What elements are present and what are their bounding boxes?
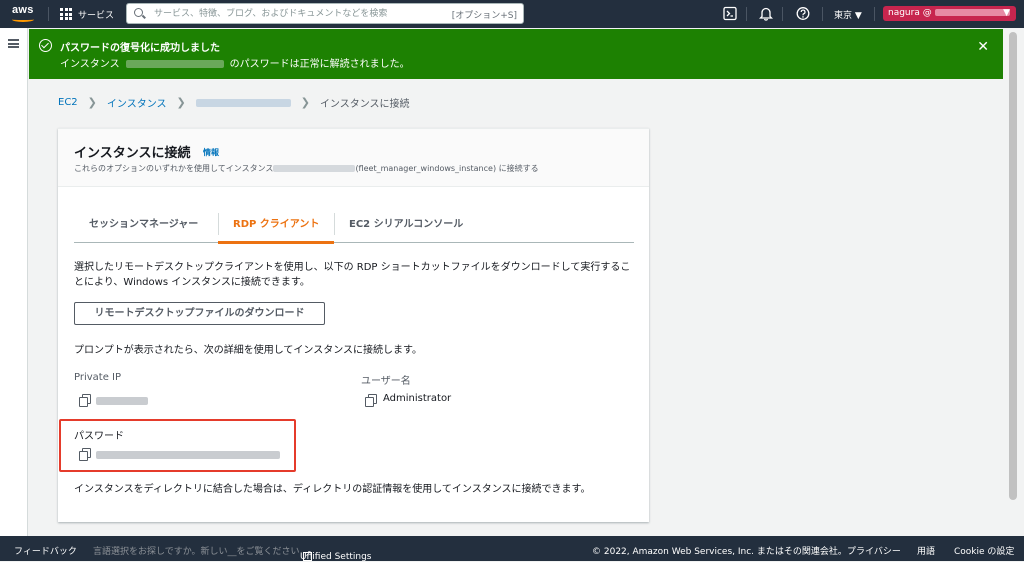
breadcrumb-instances[interactable]: インスタンス [107, 95, 167, 110]
username-label: ユーザー名 [361, 376, 411, 387]
rdp-description: 選択したリモートデスクトップクライアントを使用し、以下の RDP ショートカット… [74, 262, 631, 288]
flash-message-suffix: のパスワードは正常に解読されました。 [229, 59, 410, 70]
divider [822, 7, 823, 21]
top-navigation-bar: aws サービス [オプション+S] 東京 ▼ nagura @ ▼ [0, 0, 1024, 28]
cloudshell-icon[interactable] [723, 6, 737, 21]
panel-header: インスタンスに接続 情報 これらのオプションのいずれかを使用してインスタンス (f… [58, 129, 649, 187]
services-label: サービス [78, 10, 115, 21]
search-box[interactable]: [オプション+S] [126, 3, 524, 24]
external-link-icon [303, 549, 312, 561]
account-user: nagura @ [888, 8, 932, 18]
divider [874, 7, 875, 21]
username-value: Administrator [383, 393, 452, 404]
chevron-right-icon: ❯ [300, 96, 310, 109]
scrollbar[interactable] [1004, 28, 1024, 536]
feedback-link[interactable]: フィードバック [14, 544, 77, 557]
info-link[interactable]: 情報 [203, 147, 219, 158]
menu-icon[interactable] [8, 39, 19, 48]
chevron-right-icon: ❯ [176, 96, 186, 109]
divider [782, 7, 783, 21]
connection-details-prompt: プロンプトが表示されたら、次の詳細を使用してインスタンスに接続します。 [74, 345, 422, 356]
bell-icon[interactable] [759, 6, 773, 21]
tab-divider [218, 213, 219, 235]
download-rdp-file-button[interactable]: リモートデスクトップファイルのダウンロード [74, 302, 325, 325]
flash-message: インスタンス のパスワードは正常に解読されました。 [60, 55, 410, 70]
search-shortcut-hint: [オプション+S] [451, 11, 517, 21]
close-icon[interactable]: ✕ [977, 39, 989, 55]
page-title: インスタンスに接続 [74, 146, 191, 161]
aws-logo-icon[interactable]: aws [10, 4, 36, 24]
aws-logo-text: aws [12, 4, 34, 16]
side-navigation [0, 28, 28, 536]
copy-icon[interactable] [79, 448, 91, 461]
copy-icon[interactable] [365, 394, 377, 407]
success-flash-message: パスワードの復号化に成功しました インスタンス のパスワードは正常に解読されました… [29, 29, 1003, 79]
services-menu-button[interactable]: サービス [60, 7, 114, 21]
redacted-instance-id [125, 60, 224, 68]
help-icon[interactable] [796, 6, 810, 21]
panel-subtitle: これらのオプションのいずれかを使用してインスタンス (fleet_manager_… [74, 163, 539, 174]
apps-grid-icon [60, 8, 72, 20]
breadcrumb-instance-id-redacted[interactable] [195, 98, 291, 107]
redacted-instance-id [273, 165, 356, 172]
search-icon [134, 8, 143, 17]
chevron-right-icon: ❯ [87, 96, 97, 109]
password-label: パスワード [74, 431, 124, 442]
tab-ec2-serial-console[interactable]: EC2 シリアルコンソール [349, 205, 463, 243]
flash-message-prefix: インスタンス [60, 59, 120, 70]
private-ip-label: Private IP [74, 372, 122, 383]
account-menu[interactable]: nagura @ ▼ [883, 6, 1016, 21]
panel-subtitle-prefix: これらのオプションのいずれかを使用してインスタンス [74, 164, 274, 173]
tab-session-manager[interactable]: セッションマネージャー [89, 205, 198, 243]
unified-settings-link[interactable]: Unified Settings [300, 544, 372, 562]
region-selector[interactable]: 東京 ▼ [834, 8, 862, 21]
breadcrumb: EC2 ❯ インスタンス ❯ ❯ インスタンスに接続 [58, 95, 410, 110]
aws-smile-mark [12, 17, 34, 22]
language-prompt: 言語選択をお探しですか。新しい__をご覧ください [93, 547, 300, 557]
search-input[interactable] [154, 6, 444, 21]
copy-icon[interactable] [79, 394, 91, 407]
divider [746, 7, 747, 21]
directory-note: インスタンスをディレクトリに結合した場合は、ディレクトリの認証情報を使用してイン… [74, 484, 591, 495]
password-value-redacted [96, 451, 280, 459]
copyright-text: © 2022, Amazon Web Services, Inc. またはその関… [592, 547, 847, 557]
privacy-link[interactable]: プライバシー [847, 544, 901, 557]
footer: フィードバック 言語選択をお探しですか。新しい__をご覧ください Unified… [0, 536, 1024, 562]
tab-rdp-client[interactable]: RDP クライアント [217, 205, 335, 244]
breadcrumb-current: インスタンスに接続 [319, 99, 410, 110]
flash-heading: パスワードの復号化に成功しました [60, 43, 220, 54]
check-circle-icon [39, 39, 52, 52]
terms-link[interactable]: 用語 [917, 544, 935, 557]
divider [48, 7, 49, 21]
cookie-settings-link[interactable]: Cookie の設定 [954, 544, 1014, 557]
panel-subtitle-suffix: (fleet_manager_windows_instance) に接続する [355, 164, 539, 173]
private-ip-value-redacted [96, 397, 148, 405]
tab-divider [334, 213, 335, 235]
scrollbar-thumb[interactable] [1009, 32, 1017, 500]
redacted-account-id [934, 9, 1010, 16]
breadcrumb-ec2[interactable]: EC2 [58, 97, 78, 108]
connect-instance-panel: インスタンスに接続 情報 これらのオプションのいずれかを使用してインスタンス (f… [58, 128, 649, 522]
connect-method-tabs: セッションマネージャー RDP クライアント EC2 シリアルコンソール [74, 205, 634, 244]
chevron-down-icon: ▼ [1003, 8, 1010, 18]
